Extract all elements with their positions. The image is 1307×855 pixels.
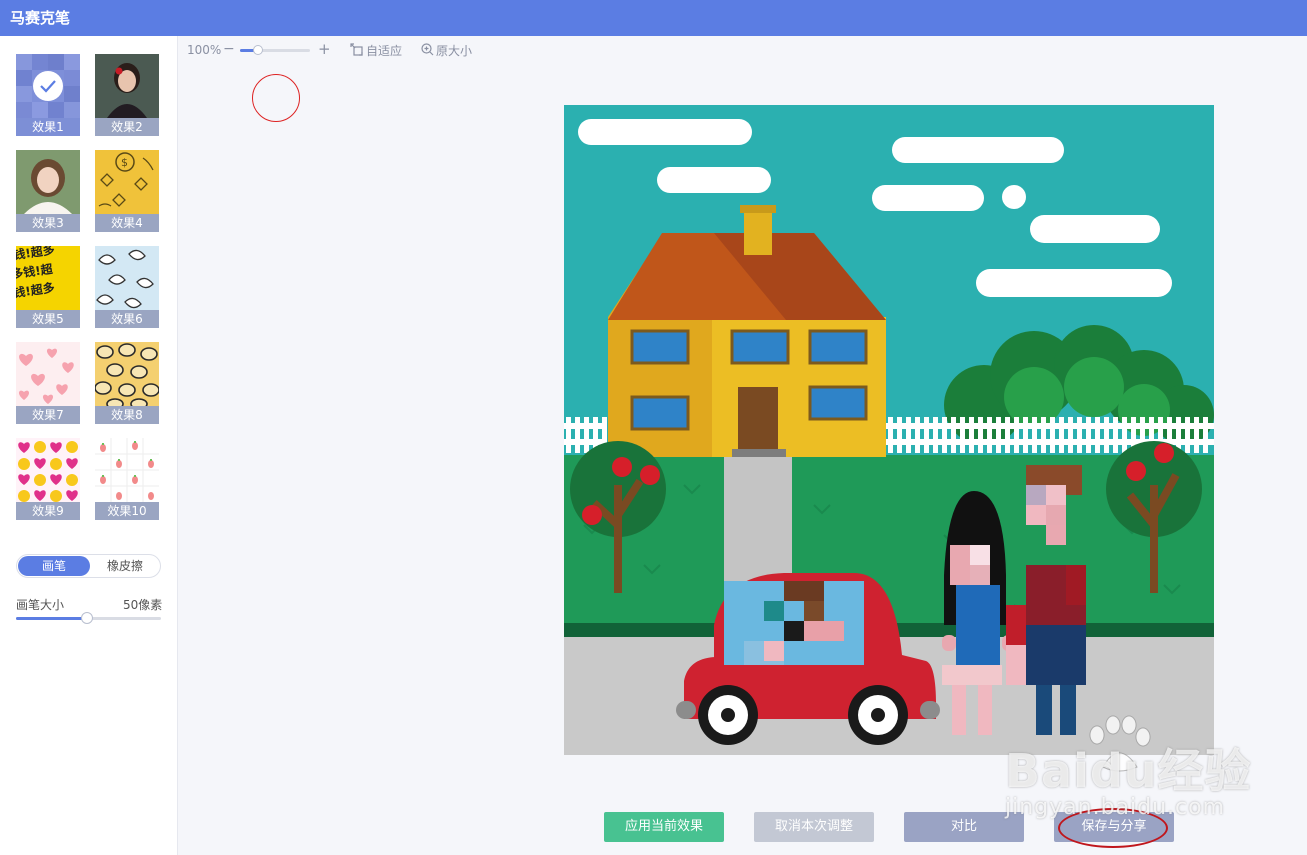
fence-picket xyxy=(897,417,902,453)
fence-picket xyxy=(1086,417,1091,453)
baidu-watermark: Baidu经验 jingyan.baidu.com xyxy=(1005,715,1251,825)
cancel-adjust-button[interactable]: 取消本次调整 xyxy=(754,812,874,842)
effect-label: 效果2 xyxy=(95,118,159,136)
original-size-label: 原大小 xyxy=(436,44,473,58)
fence-picket xyxy=(933,417,938,453)
brush-cursor-circle xyxy=(252,74,300,122)
magnifier-icon xyxy=(421,43,434,56)
effect-preview-10 xyxy=(95,438,159,502)
fence-picket xyxy=(1005,417,1010,453)
fence-picket xyxy=(1059,417,1064,453)
fence-picket xyxy=(969,417,974,453)
effect-thumb-1[interactable]: 效果1 xyxy=(16,54,80,136)
fence-picket xyxy=(978,417,983,453)
fence-picket xyxy=(1104,417,1109,453)
fence-picket xyxy=(960,417,965,453)
effect-thumb-9[interactable]: 效果9 xyxy=(16,438,80,520)
effect-thumb-7[interactable]: 效果7 xyxy=(16,342,80,424)
zoom-in-button[interactable]: + xyxy=(318,40,331,58)
fence-picket xyxy=(1014,417,1019,453)
effects-sidebar: 效果1 效果2 效果3 $ 效果4 钱!超多 多钱!超 钱!超多 效果5 效果6… xyxy=(0,36,178,855)
brush-size-slider-fill xyxy=(16,617,88,620)
brush-size-slider-handle[interactable] xyxy=(81,612,94,624)
fence-picket xyxy=(1185,417,1190,453)
fence-picket xyxy=(987,417,992,453)
brush-size-label: 画笔大小 xyxy=(16,598,65,612)
selected-check-icon xyxy=(33,71,63,101)
tool-toggle: 画笔 橡皮擦 xyxy=(16,554,161,578)
effect-label: 效果7 xyxy=(16,406,80,424)
effect-thumb-3[interactable]: 效果3 xyxy=(16,150,80,232)
effect-label: 效果3 xyxy=(16,214,80,232)
effect-preview-5: 钱!超多 多钱!超 钱!超多 xyxy=(16,246,80,310)
svg-text:$: $ xyxy=(121,156,128,169)
fence-picket xyxy=(1023,417,1028,453)
fence-picket xyxy=(1077,417,1082,453)
brush-size-value: 50像素 xyxy=(123,598,163,612)
effect-thumb-6[interactable]: 效果6 xyxy=(95,246,159,328)
effect-thumb-5[interactable]: 钱!超多 多钱!超 钱!超多 效果5 xyxy=(16,246,80,328)
effect-label: 效果5 xyxy=(16,310,80,328)
fence-picket xyxy=(1113,417,1118,453)
brush-size-slider[interactable] xyxy=(16,612,161,624)
fence-picket xyxy=(1122,417,1127,453)
fence-picket xyxy=(915,417,920,453)
effect-label: 效果1 xyxy=(16,118,80,136)
watermark-url: jingyan.baidu.com xyxy=(1005,795,1226,820)
watermark-brand: Baidu经验 xyxy=(1005,744,1252,798)
effect-preview-9 xyxy=(16,438,80,502)
fence-picket xyxy=(1203,417,1208,453)
effect-thumb-8[interactable]: 效果8 xyxy=(95,342,159,424)
effect-preview-4: $ xyxy=(95,150,159,214)
effect-preview-3 xyxy=(16,150,80,214)
fence-picket xyxy=(1050,417,1055,453)
fence-picket xyxy=(951,417,956,453)
effect-preview-6 xyxy=(95,246,159,310)
apply-effect-button[interactable]: 应用当前效果 xyxy=(604,812,724,842)
fence-picket xyxy=(566,417,571,453)
fence-picket xyxy=(575,417,580,453)
fit-label: 自适应 xyxy=(366,44,403,58)
fence-picket xyxy=(1068,417,1073,453)
brush-tool-button[interactable]: 画笔 xyxy=(18,556,90,576)
fence-picket xyxy=(1194,417,1199,453)
app-title-bar: 马赛克笔 xyxy=(0,0,1307,36)
fence-picket xyxy=(888,417,893,453)
image-canvas[interactable] xyxy=(564,105,1214,755)
effect-thumb-4[interactable]: $ 效果4 xyxy=(95,150,159,232)
zoom-out-button[interactable]: − xyxy=(223,41,235,57)
app-title: 马赛克笔 xyxy=(10,9,71,27)
fence-picket xyxy=(996,417,1001,453)
effect-preview-2 xyxy=(95,54,159,118)
effect-label: 效果6 xyxy=(95,310,159,328)
effect-thumb-2[interactable]: 效果2 xyxy=(95,54,159,136)
effect-label: 效果8 xyxy=(95,406,159,424)
fence-picket xyxy=(1032,417,1037,453)
zoom-percent: 100% xyxy=(187,43,222,57)
effect-label: 效果4 xyxy=(95,214,159,232)
effect-preview-8 xyxy=(95,342,159,406)
effect-label: 效果9 xyxy=(16,502,80,520)
fence-picket xyxy=(906,417,911,453)
fence-picket xyxy=(584,417,589,453)
effect-preview-1 xyxy=(16,54,80,118)
edited-image xyxy=(564,105,1214,755)
effect-label: 效果10 xyxy=(95,502,159,520)
fence-picket xyxy=(942,417,947,453)
fence-picket xyxy=(1041,417,1046,453)
fence-picket xyxy=(1095,417,1100,453)
zoom-slider[interactable] xyxy=(240,45,310,55)
zoom-slider-handle[interactable] xyxy=(252,45,263,55)
fit-icon xyxy=(350,43,363,56)
eraser-tool-button[interactable]: 橡皮擦 xyxy=(90,556,160,576)
effect-preview-7 xyxy=(16,342,80,406)
effect-thumb-10[interactable]: 效果10 xyxy=(95,438,159,520)
fence-picket xyxy=(924,417,929,453)
